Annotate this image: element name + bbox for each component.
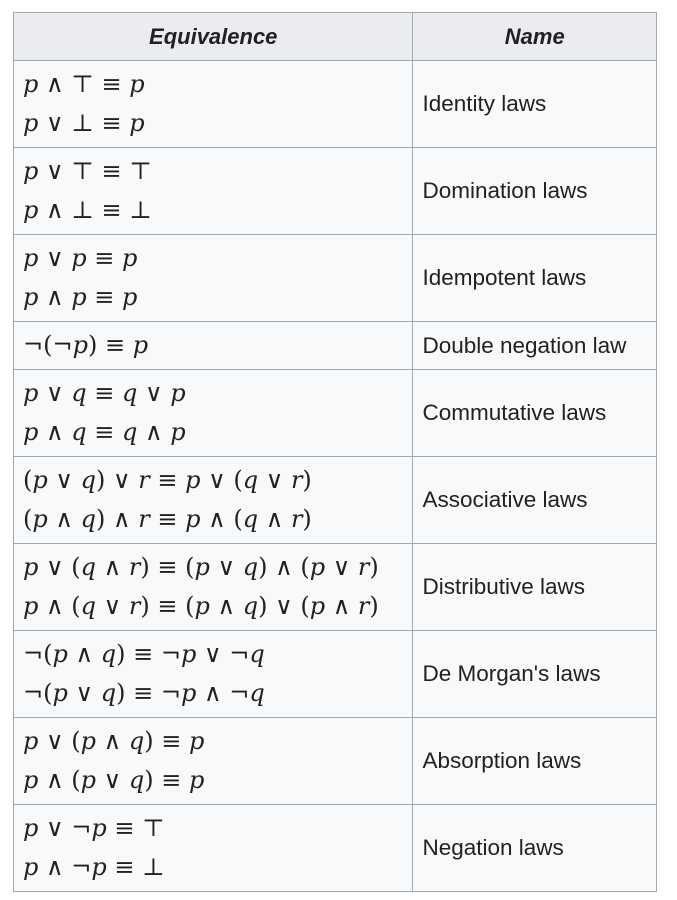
equivalence-cell: p ∨ (q ∧ r) ≡ (p ∨ q) ∧ (p ∨ r) p ∧ (q ∨… <box>12 543 414 631</box>
equivalence-formula: p ∨ p ≡ p <box>23 244 138 272</box>
table-row: (p ∨ q) ∨ r ≡ p ∨ (q ∨ r) (p ∧ q) ∧ r ≡ … <box>12 456 657 544</box>
law-name: De Morgan's laws <box>412 630 657 718</box>
equivalence-formula: p ∧ ¬p ≡ ⊥ <box>23 853 165 881</box>
equivalence-formula: p ∧ ⊤ ≡ p <box>23 70 145 98</box>
equivalence-formula: (p ∧ q) ∧ r ≡ p ∧ (q ∧ r) <box>23 505 312 533</box>
header-equivalence: Equivalence <box>12 12 414 61</box>
equivalence-formula: p ∨ (q ∧ r) ≡ (p ∨ q) ∧ (p ∨ r) <box>23 553 379 581</box>
law-name: Double negation law <box>412 321 657 370</box>
equivalence-formula: p ∨ ⊤ ≡ ⊤ <box>23 157 152 185</box>
table-row: p ∨ ⊤ ≡ ⊤ p ∧ ⊥ ≡ ⊥ Domination laws <box>12 147 657 235</box>
equivalence-cell: p ∨ ⊤ ≡ ⊤ p ∧ ⊥ ≡ ⊥ <box>12 147 414 235</box>
table-body: p ∧ ⊤ ≡ p p ∨ ⊥ ≡ p Identity laws p ∨ ⊤ … <box>12 60 657 892</box>
equivalence-formula: (p ∨ q) ∨ r ≡ p ∨ (q ∨ r) <box>23 466 312 494</box>
equivalence-formula: ¬(¬p) ≡ p <box>23 331 149 359</box>
equivalence-formula: p ∨ q ≡ q ∨ p <box>23 379 186 407</box>
table-row: ¬(¬p) ≡ p Double negation law <box>12 321 657 370</box>
equivalence-formula: p ∧ ⊥ ≡ ⊥ <box>23 196 152 224</box>
table-row: p ∨ q ≡ q ∨ p p ∧ q ≡ q ∧ p Commutative … <box>12 369 657 457</box>
equivalence-cell: p ∨ ¬p ≡ ⊤ p ∧ ¬p ≡ ⊥ <box>12 804 414 892</box>
table-row: ¬(p ∧ q) ≡ ¬p ∨ ¬q ¬(p ∨ q) ≡ ¬p ∧ ¬q De… <box>12 630 657 718</box>
law-name: Absorption laws <box>412 717 657 805</box>
equivalence-formula: p ∨ ⊥ ≡ p <box>23 109 145 137</box>
equivalence-formula: p ∧ p ≡ p <box>23 283 138 311</box>
header-name: Name <box>412 12 657 61</box>
equivalence-cell: p ∨ (p ∧ q) ≡ p p ∧ (p ∨ q) ≡ p <box>12 717 414 805</box>
table-row: p ∧ ⊤ ≡ p p ∨ ⊥ ≡ p Identity laws <box>12 60 657 148</box>
equivalence-formula: p ∧ (q ∨ r) ≡ (p ∧ q) ∨ (p ∧ r) <box>23 592 379 620</box>
law-name: Commutative laws <box>412 369 657 457</box>
law-name: Idempotent laws <box>412 234 657 322</box>
table-row: p ∨ ¬p ≡ ⊤ p ∧ ¬p ≡ ⊥ Negation laws <box>12 804 657 892</box>
law-name: Negation laws <box>412 804 657 892</box>
equivalence-cell: p ∨ q ≡ q ∨ p p ∧ q ≡ q ∧ p <box>12 369 414 457</box>
equivalence-formula: p ∧ q ≡ q ∧ p <box>23 418 186 446</box>
header-row: Equivalence Name <box>12 12 657 61</box>
law-name: Domination laws <box>412 147 657 235</box>
equivalence-cell: ¬(p ∧ q) ≡ ¬p ∨ ¬q ¬(p ∨ q) ≡ ¬p ∧ ¬q <box>12 630 414 718</box>
equivalence-formula: p ∧ (p ∨ q) ≡ p <box>23 766 205 794</box>
equivalence-cell: p ∨ p ≡ p p ∧ p ≡ p <box>12 234 414 322</box>
equivalence-formula: p ∨ (p ∧ q) ≡ p <box>23 727 205 755</box>
equivalence-formula: ¬(p ∧ q) ≡ ¬p ∨ ¬q <box>23 640 265 668</box>
equivalence-cell: ¬(¬p) ≡ p <box>12 321 414 370</box>
table-row: p ∨ (p ∧ q) ≡ p p ∧ (p ∨ q) ≡ p Absorpti… <box>12 717 657 805</box>
logical-equivalences-table: Equivalence Name p ∧ ⊤ ≡ p p ∨ ⊥ ≡ p Ide… <box>12 12 657 892</box>
equivalence-cell: (p ∨ q) ∨ r ≡ p ∨ (q ∨ r) (p ∧ q) ∧ r ≡ … <box>12 456 414 544</box>
law-name: Identity laws <box>412 60 657 148</box>
equivalence-formula: p ∨ ¬p ≡ ⊤ <box>23 814 165 842</box>
law-name: Distributive laws <box>412 543 657 631</box>
equivalence-formula: ¬(p ∨ q) ≡ ¬p ∧ ¬q <box>23 679 265 707</box>
law-name: Associative laws <box>412 456 657 544</box>
equivalence-cell: p ∧ ⊤ ≡ p p ∨ ⊥ ≡ p <box>12 60 414 148</box>
table-row: p ∨ p ≡ p p ∧ p ≡ p Idempotent laws <box>12 234 657 322</box>
table-row: p ∨ (q ∧ r) ≡ (p ∨ q) ∧ (p ∨ r) p ∧ (q ∨… <box>12 543 657 631</box>
